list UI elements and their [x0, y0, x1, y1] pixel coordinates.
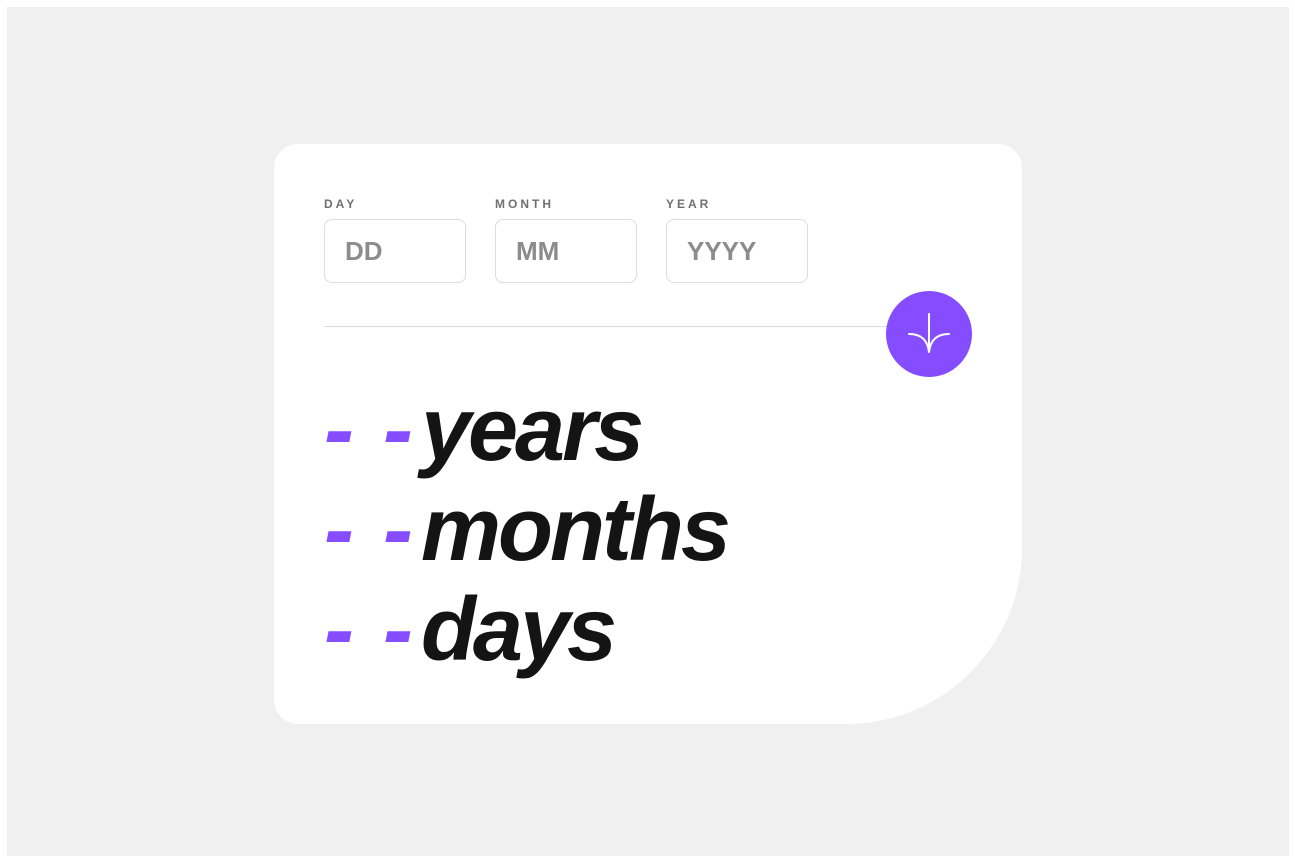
month-field: MONTH [495, 196, 637, 283]
month-input[interactable] [495, 219, 637, 283]
days-unit: days [420, 580, 617, 680]
year-input[interactable] [666, 219, 808, 283]
months-value: - - [324, 480, 415, 580]
years-value: - - [324, 380, 415, 480]
year-label: YEAR [666, 197, 712, 211]
age-calculator-card: DAY MONTH YEAR - -years - -months - -day… [274, 144, 1022, 724]
day-input[interactable] [324, 219, 466, 283]
month-label: MONTH [495, 197, 554, 211]
submit-button[interactable] [886, 291, 972, 377]
result-months: - -months [324, 480, 731, 580]
days-value: - - [324, 580, 415, 680]
page-background: DAY MONTH YEAR - -years - -months - -day… [7, 7, 1289, 856]
day-field: DAY [324, 196, 466, 283]
year-field: YEAR [666, 196, 808, 283]
result-days: - -days [324, 580, 617, 680]
arrow-down-icon [908, 313, 950, 353]
day-label: DAY [324, 197, 358, 211]
divider [324, 326, 937, 327]
years-unit: years [420, 380, 644, 480]
months-unit: months [420, 480, 731, 580]
result-years: - -years [324, 380, 644, 480]
